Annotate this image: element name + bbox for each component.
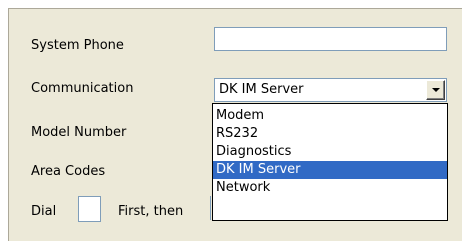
chevron-down-icon <box>432 88 440 92</box>
system-phone-label: System Phone <box>31 38 124 53</box>
dial-prefix-field[interactable] <box>78 196 101 222</box>
system-phone-field[interactable] <box>214 27 447 51</box>
communication-select[interactable]: DK IM Server <box>214 78 447 102</box>
communication-selected-value: DK IM Server <box>219 82 304 97</box>
communication-label: Communication <box>31 81 134 96</box>
option-network[interactable]: Network <box>213 179 447 197</box>
model-number-label: Model Number <box>31 125 127 140</box>
communication-options-list[interactable]: Modem RS232 Diagnostics DK IM Server Net… <box>212 103 448 221</box>
option-modem[interactable]: Modem <box>213 107 447 125</box>
dial-suffix-label: First, then <box>118 204 184 219</box>
dial-label: Dial <box>31 204 57 219</box>
field-edge <box>210 196 211 220</box>
option-dk-im-server[interactable]: DK IM Server <box>213 161 447 179</box>
option-rs232[interactable]: RS232 <box>213 125 447 143</box>
communication-dropdown-button[interactable] <box>426 80 445 100</box>
area-codes-label: Area Codes <box>31 164 106 179</box>
option-diagnostics[interactable]: Diagnostics <box>213 143 447 161</box>
